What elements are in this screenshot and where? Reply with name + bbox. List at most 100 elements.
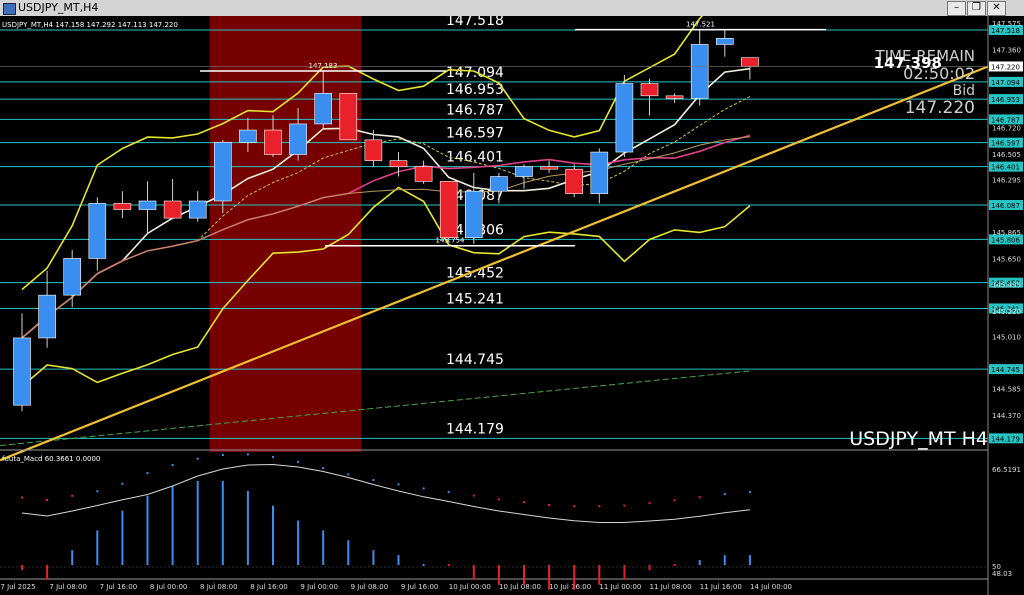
- price-axis-tick: 145.435: [992, 282, 1021, 290]
- price-axis-tick: 145.220: [992, 308, 1021, 316]
- macd-signal-dot: [246, 453, 249, 456]
- macd-signal-dot: [623, 504, 626, 507]
- window-title: USDJPY_MT,H4: [18, 1, 99, 14]
- time-axis-label: 10 Jul 16:00: [549, 583, 591, 591]
- level-label: 147.518: [446, 16, 504, 29]
- macd-signal-dot: [497, 498, 500, 501]
- macd-signal-dot: [146, 472, 149, 475]
- macd-hist-dot: [422, 564, 425, 566]
- price-axis-tick: 147.360: [992, 46, 1021, 54]
- bear-candle: [163, 200, 182, 219]
- bull-candle: [715, 38, 734, 45]
- macd-signal-dot: [322, 467, 325, 470]
- price-axis-tick: 144.585: [992, 386, 1021, 394]
- time-axis-label: 9 Jul 16:00: [401, 583, 439, 591]
- time-axis-label: 7 Jul 16:00: [100, 583, 138, 591]
- price-axis-tick: 146.295: [992, 177, 1021, 185]
- level-label: 146.597: [446, 126, 504, 142]
- price-axis-tick: 147.575: [992, 20, 1021, 28]
- bear-candle: [665, 95, 684, 99]
- minimize-button[interactable]: –: [947, 1, 966, 16]
- macd-axis-label: 66.5191: [992, 466, 1021, 474]
- macd-signal-dot: [347, 473, 350, 476]
- mt4-chart-window: { "window": {"title": "USDJPY_MT,H4"}, "…: [0, 0, 1024, 595]
- time-axis-label: 14 Jul 00:00: [750, 583, 792, 591]
- current-price-big: 147.398: [874, 54, 942, 72]
- level-axis-text: 147.094: [991, 79, 1020, 87]
- bear-candle: [113, 203, 132, 210]
- bull-candle: [289, 123, 307, 155]
- price-axis-tick: 144.370: [992, 412, 1021, 420]
- level-axis-text: 144.745: [991, 366, 1020, 374]
- bull-candle: [490, 176, 508, 192]
- macd-signal-dot: [96, 490, 99, 493]
- bear-candle: [389, 160, 408, 168]
- macd-signal-dot: [46, 499, 49, 501]
- macd-signal-dot: [523, 501, 525, 504]
- level-label: 144.179: [446, 421, 504, 437]
- bid-label: Bid: [953, 83, 975, 99]
- level-axis-text: 144.179: [991, 435, 1020, 443]
- macd-signal-dot: [472, 494, 475, 497]
- macd-signal-dot: [21, 496, 23, 499]
- price-axis-tick: 146.505: [992, 151, 1021, 159]
- macd-signal-dot: [598, 505, 601, 508]
- price-axis-tick: 145.865: [992, 229, 1021, 237]
- level-axis-text: 147.518: [991, 27, 1020, 35]
- bull-candle: [690, 44, 709, 99]
- macd-signal-dot: [196, 457, 199, 460]
- macd-hist-dot: [673, 564, 676, 566]
- macd-signal-dot: [171, 464, 174, 466]
- bull-candle: [515, 166, 533, 177]
- bear-candle: [640, 83, 659, 97]
- close-button[interactable]: ✕: [987, 1, 1006, 16]
- bull-candle: [464, 190, 483, 238]
- time-axis-label: 11 Jul 08:00: [650, 583, 692, 591]
- time-axis-label: 10 Jul 08:00: [499, 583, 541, 591]
- macd-signal-dot: [297, 460, 300, 463]
- price-axis-tick: 145.650: [992, 255, 1021, 263]
- macd-signal-dot: [573, 505, 576, 508]
- time-axis-label: 11 Jul 16:00: [700, 583, 742, 591]
- bear-candle: [414, 166, 433, 182]
- level-label: 146.401: [446, 150, 504, 166]
- chart-window-icon: [3, 3, 16, 15]
- time-axis-label: 7 Jul 2025: [0, 583, 35, 591]
- macd-signal-dot: [723, 493, 726, 496]
- bull-candle: [590, 151, 609, 194]
- level-axis-text: 146.597: [991, 140, 1020, 148]
- bull-candle: [138, 200, 157, 210]
- bull-candle: [314, 93, 333, 125]
- level-label: 145.241: [446, 291, 504, 307]
- current-price-text: 147.220: [991, 63, 1020, 71]
- macd-signal-dot: [447, 490, 450, 493]
- bull-candle: [615, 83, 634, 153]
- level-label: 146.787: [446, 102, 504, 118]
- macd-signal-dot: [272, 455, 274, 458]
- price-axis-tick: 146.720: [992, 125, 1021, 133]
- macd-signal-dot: [748, 491, 751, 494]
- level-axis-text: 146.953: [991, 96, 1020, 104]
- bear-candle: [741, 57, 759, 67]
- level-label: 144.745: [446, 352, 504, 368]
- swing-level-label: 145.754: [436, 237, 465, 245]
- time-axis-label: 10 Jul 00:00: [449, 583, 491, 591]
- title-bar: USDJPY_MT,H4 – ❐ ✕: [0, 0, 1024, 17]
- time-axis-label: 8 Jul 00:00: [150, 583, 188, 591]
- macd-signal-dot: [422, 487, 425, 490]
- macd-hist-dot: [447, 564, 450, 566]
- bear-candle: [364, 139, 383, 161]
- restore-button[interactable]: ❐: [967, 1, 986, 16]
- bid-value: 147.220: [905, 98, 975, 118]
- bear-candle: [540, 166, 558, 170]
- macd-info: fuuta_Macd 60.3661 0.0000: [2, 455, 100, 463]
- price-axis-tick: 145.010: [992, 334, 1021, 342]
- time-axis-label: 7 Jul 08:00: [49, 583, 87, 591]
- price-chart[interactable]: 147.518147.518147.094147.094146.953146.9…: [0, 16, 1024, 595]
- time-axis-label: 8 Jul 08:00: [200, 583, 238, 591]
- level-axis-text: 145.806: [991, 236, 1020, 244]
- macd-signal-dot: [673, 499, 676, 502]
- bull-candle: [38, 294, 56, 339]
- bull-candle: [13, 337, 31, 406]
- macd-axis-label: 48.03: [992, 570, 1012, 578]
